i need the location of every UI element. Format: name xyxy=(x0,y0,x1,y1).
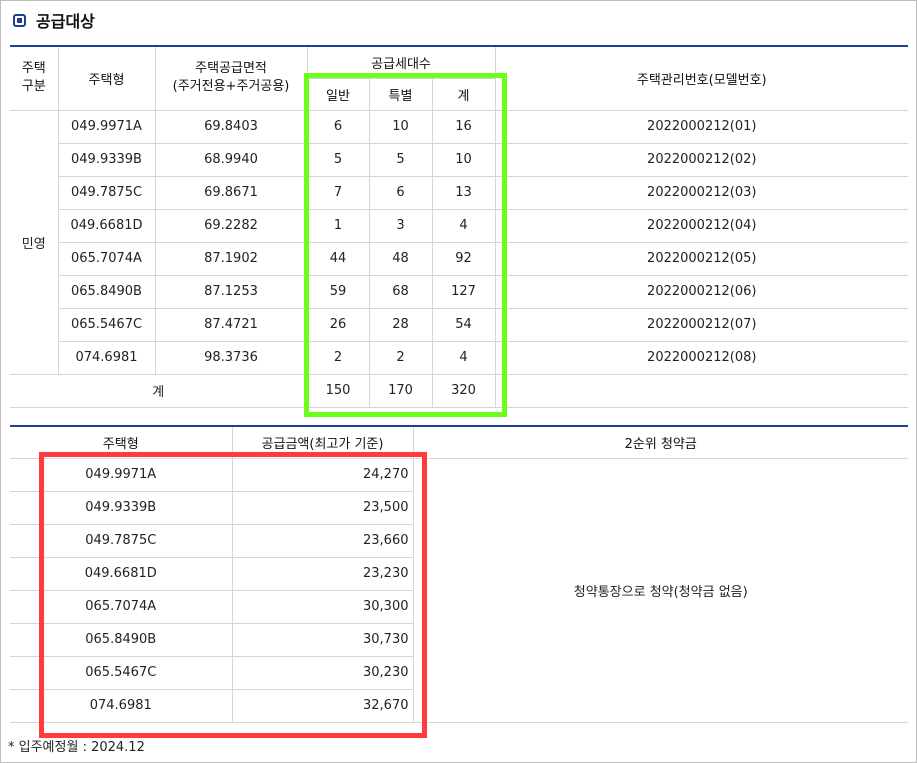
model-no-cell: 2022000212(04) xyxy=(494,208,908,243)
supply-table: 주택 구분 주택형 주택공급면적 (주거전용+주거공용) 공급세대수 주택관리번… xyxy=(10,45,908,408)
area-cell: 87.1253 xyxy=(154,274,308,309)
area-cell: 69.8671 xyxy=(154,175,308,210)
model-no-cell: 2022000212(03) xyxy=(494,175,908,210)
header-deposit: 2순위 청약금 xyxy=(412,425,908,459)
sum-empty-cell xyxy=(494,373,908,408)
table-row: 065.5467C 87.4721 26 28 54 2022000212(07) xyxy=(10,307,908,342)
general-count-cell: 2 xyxy=(306,340,370,375)
header-general: 일반 xyxy=(307,77,370,111)
price-cell: 30,230 xyxy=(231,655,413,690)
table-row: 065.8490B 87.1253 59 68 127 2022000212(06) xyxy=(10,274,908,309)
price-house-type-cell: 065.7074A xyxy=(10,589,233,624)
total-count-cell: 54 xyxy=(431,307,496,342)
special-count-cell: 6 xyxy=(368,175,433,210)
total-count-cell: 4 xyxy=(431,340,496,375)
general-count-cell: 1 xyxy=(306,208,370,243)
header-price: 공급금액(최고가 기준) xyxy=(231,425,414,459)
table-row: 074.6981 98.3736 2 2 4 2022000212(08) xyxy=(10,340,908,375)
total-count-cell: 10 xyxy=(431,142,496,177)
price-cell: 23,230 xyxy=(231,556,413,591)
price-table: 주택형 공급금액(최고가 기준) 2순위 청약금 049.9971A 24,270… xyxy=(10,425,908,723)
special-count-cell: 48 xyxy=(368,241,433,276)
header-total: 계 xyxy=(431,77,496,111)
model-no-cell: 2022000212(06) xyxy=(494,274,908,309)
total-count-cell: 92 xyxy=(431,241,496,276)
sum-row: 계 150 170 320 xyxy=(10,373,908,408)
category-cell: 민영 xyxy=(10,109,59,375)
price-cell: 30,730 xyxy=(231,622,413,657)
table-row: 민영 049.9971A 69.8403 6 10 16 2022000212(01) xyxy=(10,109,908,375)
special-count-cell: 10 xyxy=(368,109,433,144)
house-type-cell: 049.6681D xyxy=(58,208,156,243)
header-house-type: 주택형 xyxy=(57,45,156,111)
header-special: 특별 xyxy=(368,77,433,111)
special-count-cell: 28 xyxy=(368,307,433,342)
house-type-cell: 049.9971A xyxy=(57,109,156,144)
area-cell: 98.3736 xyxy=(154,340,308,375)
house-type-cell: 065.7074A xyxy=(58,241,156,276)
table-row: 065.7074A 87.1902 44 48 92 2022000212(05) xyxy=(10,241,908,276)
table-row: 049.7875C 69.8671 7 6 13 2022000212(03) xyxy=(10,175,908,210)
footnote: * 입주예정월 : 2024.12 xyxy=(8,740,145,755)
area-cell: 87.4721 xyxy=(154,307,308,342)
special-count-cell: 3 xyxy=(368,208,433,243)
area-cell: 68.9940 xyxy=(154,142,308,177)
price-house-type-cell: 065.8490B xyxy=(10,622,233,657)
general-count-cell: 44 xyxy=(306,241,370,276)
table-row: 049.9971A 24,270 청약통장으로 청약(청약금 없음) xyxy=(10,457,908,723)
special-count-cell: 68 xyxy=(368,274,433,309)
general-count-cell: 26 xyxy=(306,307,370,342)
model-no-cell: 2022000212(07) xyxy=(494,307,908,342)
section-title: 공급대상 xyxy=(13,9,95,31)
total-count-cell: 127 xyxy=(431,274,496,309)
model-no-cell: 2022000212(01) xyxy=(494,109,908,144)
price-cell: 23,500 xyxy=(231,490,413,525)
total-count-cell: 16 xyxy=(431,109,496,144)
header-house-division: 주택 구분 xyxy=(10,45,59,111)
house-type-cell: 065.5467C xyxy=(58,307,156,342)
house-type-cell: 074.6981 xyxy=(58,340,156,375)
model-no-cell: 2022000212(05) xyxy=(494,241,908,276)
price-cell: 23,660 xyxy=(231,523,413,558)
price-cell: 24,270 xyxy=(231,457,414,492)
general-count-cell: 7 xyxy=(306,175,370,210)
price-house-type-cell: 074.6981 xyxy=(10,688,233,723)
area-cell: 69.8403 xyxy=(154,109,308,144)
house-type-cell: 065.8490B xyxy=(58,274,156,309)
special-count-cell: 5 xyxy=(368,142,433,177)
price-house-type-cell: 049.7875C xyxy=(10,523,233,558)
model-no-cell: 2022000212(08) xyxy=(494,340,908,375)
price-house-type-cell: 065.5467C xyxy=(10,655,233,690)
price-cell: 30,300 xyxy=(231,589,413,624)
general-count-cell: 6 xyxy=(306,109,370,144)
price-house-type-cell: 049.9339B xyxy=(10,490,233,525)
sum-special: 170 xyxy=(368,373,433,408)
header-area: 주택공급면적 (주거전용+주거공용) xyxy=(154,45,308,111)
house-type-cell: 049.9339B xyxy=(58,142,156,177)
sum-total: 320 xyxy=(431,373,496,408)
price-cell: 32,670 xyxy=(231,688,413,723)
total-count-cell: 4 xyxy=(431,208,496,243)
header-units: 공급세대수 xyxy=(306,45,496,79)
general-count-cell: 5 xyxy=(306,142,370,177)
sum-general: 150 xyxy=(306,373,370,408)
price-house-type-cell: 049.6681D xyxy=(10,556,233,591)
deposit-note-cell: 청약통장으로 청약(청약금 없음) xyxy=(412,457,908,723)
section-square-icon xyxy=(13,13,26,27)
special-count-cell: 2 xyxy=(368,340,433,375)
general-count-cell: 59 xyxy=(306,274,370,309)
area-cell: 87.1902 xyxy=(154,241,308,276)
model-no-cell: 2022000212(02) xyxy=(494,142,908,177)
header-price-house-type: 주택형 xyxy=(10,425,233,459)
house-type-cell: 049.7875C xyxy=(58,175,156,210)
header-model-no: 주택관리번호(모델번호) xyxy=(494,45,908,111)
sum-label: 계 xyxy=(10,373,308,408)
price-house-type-cell: 049.9971A xyxy=(10,457,233,492)
table-row: 049.6681D 69.2282 1 3 4 2022000212(04) xyxy=(10,208,908,243)
total-count-cell: 13 xyxy=(431,175,496,210)
table-row: 049.9339B 68.9940 5 5 10 2022000212(02) xyxy=(10,142,908,177)
area-cell: 69.2282 xyxy=(154,208,308,243)
section-title-text: 공급대상 xyxy=(36,12,95,31)
